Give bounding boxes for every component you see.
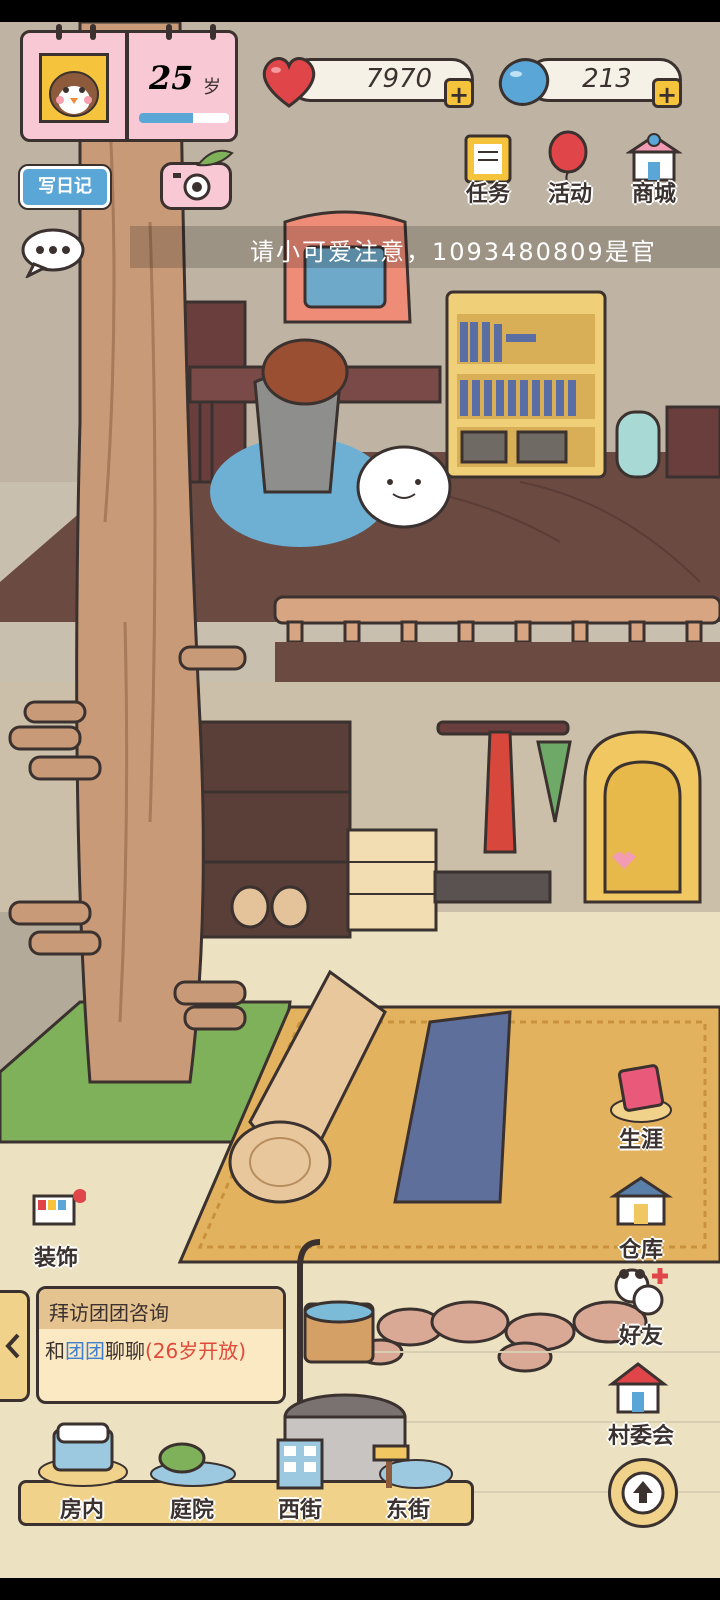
friends-label: 好友: [618, 1324, 663, 1349]
village-committee-button[interactable]: 村委会: [594, 1358, 688, 1450]
signpost-icon: [372, 1444, 453, 1489]
career-label: 生涯: [618, 1128, 663, 1153]
write-diary-button[interactable]: 写日记: [18, 164, 112, 210]
announcement-text: 请小可爱注意，1093480809是官: [250, 238, 657, 266]
quest-prefix: 和: [45, 1339, 65, 1363]
quest-card[interactable]: 拜访团团咨询 和团团聊聊(26岁开放): [36, 1286, 286, 1404]
quest-title: 拜访团团咨询: [49, 1301, 169, 1325]
binder-ring: [166, 24, 172, 40]
village-committee-label: 村委会: [607, 1424, 674, 1449]
shop-button[interactable]: 商城: [622, 130, 686, 210]
binder-ring: [210, 24, 216, 40]
nav-west-street-button[interactable]: 西街: [248, 1420, 352, 1528]
binder-ring: [56, 24, 62, 40]
paint-palette-icon: [32, 1189, 86, 1226]
warehouse-icon: [609, 1176, 673, 1226]
building-icon: [276, 1438, 324, 1490]
add-hearts-button[interactable]: +: [444, 78, 474, 109]
decorate-label: 装饰: [33, 1246, 78, 1271]
age-progress-fill: [139, 113, 193, 123]
collapse-quest-button[interactable]: [0, 1290, 30, 1402]
nav-room-label: 房内: [59, 1498, 104, 1523]
leaf-icon: [196, 149, 234, 167]
binder-ring: [90, 24, 96, 40]
camera-button[interactable]: [160, 162, 232, 210]
heart-icon: [262, 57, 316, 108]
warehouse-button[interactable]: 仓库: [600, 1172, 682, 1264]
age-unit: 岁: [203, 77, 221, 98]
warehouse-label: 仓库: [618, 1238, 663, 1263]
bed-icon: [38, 1422, 128, 1487]
nav-east-street-button[interactable]: 东街: [356, 1420, 460, 1528]
task-label: 任务: [465, 182, 510, 207]
camera-icon: [173, 173, 211, 201]
chat-button[interactable]: [20, 228, 86, 280]
quest-action: 聊聊: [105, 1339, 145, 1363]
scroll-up-button[interactable]: [608, 1458, 678, 1528]
penguin-avatar-icon: [49, 71, 99, 117]
friends-button[interactable]: 好友: [600, 1262, 682, 1354]
book-icon: [610, 1064, 672, 1123]
clover-token-icon: [498, 58, 550, 106]
village-hall-icon: [608, 1362, 669, 1414]
clovers-counter: 213 +: [496, 52, 686, 110]
clovers-value: 213: [582, 64, 632, 94]
nav-east-street-label: 东街: [385, 1498, 430, 1523]
quest-description: 和团团聊聊(26岁开放): [45, 1337, 281, 1365]
shop-label: 商城: [631, 182, 676, 207]
avatar-frame: [20, 30, 128, 142]
task-button[interactable]: 任务: [456, 130, 520, 210]
quest-npc-name: 团团: [65, 1339, 105, 1363]
nav-west-street-label: 西街: [277, 1498, 322, 1523]
profile-card[interactable]: 25 岁: [20, 24, 238, 142]
hearts-counter: 7970 +: [258, 52, 480, 110]
age-progress-bar: [139, 113, 229, 123]
event-label: 活动: [547, 182, 592, 207]
avatar: [39, 53, 109, 123]
chat-bubble-icon: [21, 228, 85, 280]
nav-room-button[interactable]: 房内: [30, 1420, 134, 1528]
decorate-button[interactable]: 装饰: [18, 1188, 94, 1280]
chevron-left-icon: [5, 1333, 20, 1359]
nav-yard-label: 庭院: [169, 1498, 214, 1523]
hearts-value: 7970: [365, 64, 433, 94]
panda-friends-icon: [614, 1268, 668, 1316]
career-button[interactable]: 生涯: [600, 1062, 682, 1154]
quest-requirement: (26岁开放): [145, 1339, 247, 1363]
age-panel: 25 岁: [126, 30, 238, 142]
garden-icon: [150, 1442, 236, 1487]
age-value: 25: [149, 59, 194, 97]
announcement-bar: 请小可爱注意，1093480809是官: [130, 226, 720, 268]
add-clovers-button[interactable]: +: [652, 78, 682, 109]
nav-yard-button[interactable]: 庭院: [140, 1420, 244, 1528]
event-button[interactable]: 活动: [538, 130, 602, 210]
arrow-up-icon: [621, 1471, 665, 1515]
